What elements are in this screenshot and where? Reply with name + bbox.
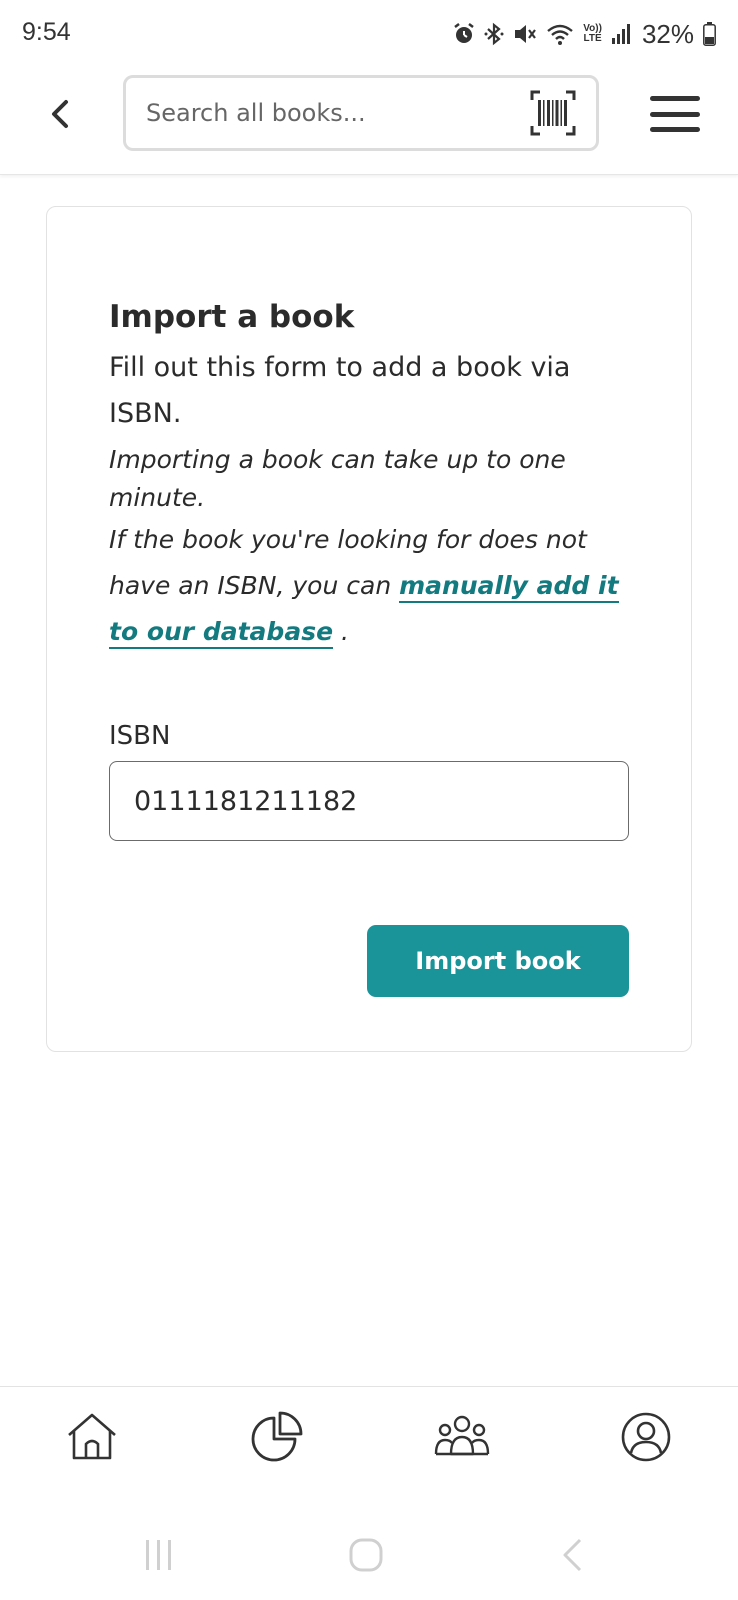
card-note-no-isbn: If the book you're looking for does not … bbox=[109, 517, 649, 655]
alarm-icon bbox=[453, 22, 475, 46]
recent-apps-button[interactable] bbox=[134, 1530, 184, 1580]
tab-community[interactable] bbox=[434, 1409, 490, 1465]
app-header bbox=[0, 70, 738, 175]
page-title: Import a book bbox=[109, 299, 355, 335]
card-note: Importing a book can take up to one minu… bbox=[109, 445, 566, 512]
status-bar: 9:54 Vo)) LTE 32% bbox=[0, 0, 738, 70]
bluetooth-icon bbox=[484, 22, 504, 46]
tab-home[interactable] bbox=[64, 1409, 120, 1465]
card-description: Fill out this form to add a book via ISB… bbox=[109, 352, 571, 429]
back-button[interactable] bbox=[38, 92, 82, 136]
android-home-button[interactable] bbox=[341, 1530, 391, 1580]
status-icons: Vo)) LTE 32% bbox=[453, 17, 716, 51]
network-lte-label: LTE bbox=[583, 33, 602, 44]
chevron-left-icon bbox=[52, 100, 68, 128]
home-icon bbox=[68, 1413, 116, 1460]
import-card: Import a book Fill out this form to add … bbox=[46, 206, 692, 1052]
barcode-scan-button[interactable] bbox=[530, 90, 576, 136]
hamburger-menu-icon-bar bbox=[650, 127, 700, 132]
search-box bbox=[123, 75, 599, 151]
tab-stats[interactable] bbox=[249, 1409, 305, 1465]
community-people-icon bbox=[434, 1415, 490, 1456]
search-input[interactable] bbox=[146, 78, 506, 148]
tab-profile[interactable] bbox=[618, 1409, 674, 1465]
stats-pie-chart-icon bbox=[251, 1411, 303, 1462]
android-back-button[interactable] bbox=[548, 1530, 598, 1580]
home-circle-icon bbox=[349, 1538, 383, 1572]
isbn-label: ISBN bbox=[109, 721, 171, 751]
back-icon bbox=[563, 1538, 582, 1572]
recent-apps-icon bbox=[146, 1540, 171, 1570]
android-nav-bar bbox=[0, 1520, 738, 1600]
wifi-icon bbox=[546, 22, 574, 46]
bottom-tab-bar bbox=[0, 1386, 738, 1498]
hamburger-menu-icon-bar bbox=[650, 111, 700, 117]
status-time: 9:54 bbox=[22, 18, 71, 46]
barcode-scan-icon bbox=[530, 90, 576, 136]
import-book-button[interactable]: Import book bbox=[367, 925, 629, 997]
mute-icon bbox=[513, 22, 537, 46]
battery-icon bbox=[703, 22, 716, 46]
isbn-input[interactable] bbox=[110, 762, 628, 840]
hamburger-menu-icon bbox=[650, 96, 700, 101]
signal-icon bbox=[611, 23, 633, 45]
battery-percent: 32% bbox=[641, 18, 694, 49]
profile-user-icon bbox=[621, 1412, 671, 1462]
isbn-field-wrapper bbox=[109, 761, 629, 841]
note-suffix: . bbox=[333, 617, 349, 646]
menu-button[interactable] bbox=[650, 92, 700, 136]
network-type: Vo)) LTE bbox=[583, 24, 602, 44]
